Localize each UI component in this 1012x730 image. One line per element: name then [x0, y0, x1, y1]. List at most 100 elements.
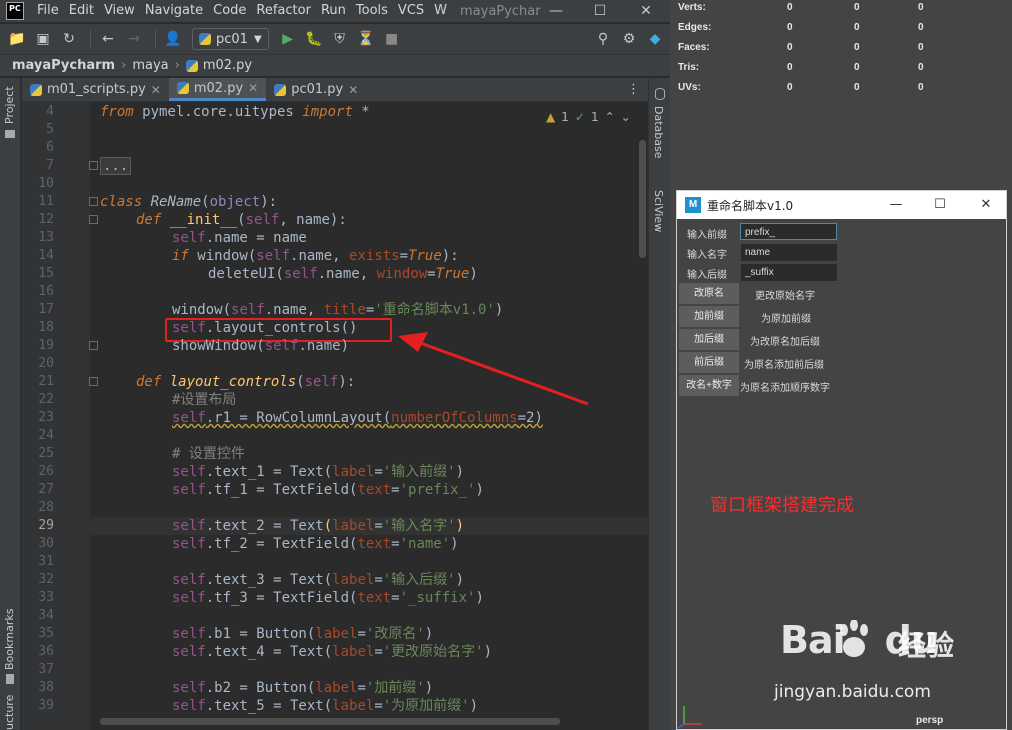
- hud-value: 0: [854, 2, 860, 13]
- open-folder-icon[interactable]: 📁: [6, 28, 28, 50]
- search-icon[interactable]: ⚲: [592, 28, 614, 50]
- line-number: 20: [38, 356, 54, 371]
- menu-refactor[interactable]: Refactor: [251, 0, 316, 22]
- bookmarks-tool-tab[interactable]: Bookmarks: [3, 609, 16, 670]
- close-icon[interactable]: ✕: [348, 83, 358, 97]
- breadcrumb-folder[interactable]: maya: [132, 58, 168, 73]
- python-file-icon: [176, 82, 189, 94]
- profile-icon[interactable]: ⏳: [355, 28, 377, 50]
- maximize-icon[interactable]: ☐: [580, 0, 620, 22]
- toolbar-divider: [155, 30, 156, 48]
- tab-m02[interactable]: m02.py ✕: [168, 78, 267, 101]
- user-icon[interactable]: 👤: [162, 28, 184, 50]
- python-file-icon: [30, 83, 42, 96]
- fold-marker-icon[interactable]: [89, 341, 98, 350]
- line-number: 26: [38, 464, 54, 479]
- rename-number-button[interactable]: 改名+数字: [679, 375, 739, 396]
- add-prefix-button[interactable]: 加前缀: [679, 306, 739, 327]
- hud-value: 0: [854, 62, 860, 73]
- line-number: 37: [38, 662, 54, 677]
- inspection-widget[interactable]: ▲ 1 ✓ 1 ⌃ ⌄: [546, 110, 631, 124]
- coverage-icon[interactable]: ⛨: [329, 28, 351, 50]
- chevron-up-icon[interactable]: ⌃: [605, 110, 615, 124]
- fold-marker-icon[interactable]: [89, 215, 98, 224]
- close-icon[interactable]: ✕: [151, 83, 161, 97]
- line-number: 25: [38, 446, 54, 461]
- code-line-7: ...: [100, 157, 132, 175]
- hud-value: 0: [787, 82, 793, 93]
- folder-icon: [5, 130, 15, 138]
- window-title: mayaPychar: [460, 3, 541, 19]
- code-line-22: #设置布局: [172, 392, 237, 408]
- project-tool-tab[interactable]: Project: [3, 86, 16, 124]
- vertical-scrollbar[interactable]: [639, 140, 646, 258]
- fold-marker-icon[interactable]: [89, 161, 98, 170]
- back-arrow-icon[interactable]: ←: [97, 28, 119, 50]
- weak-warning-count: 1: [590, 110, 599, 124]
- menu-tools[interactable]: Tools: [351, 0, 393, 22]
- code-line-30: self.tf_2 = TextField(text='name'): [172, 536, 459, 552]
- chevron-down-icon[interactable]: ⌄: [621, 110, 631, 124]
- breadcrumb-project[interactable]: mayaPycharm: [12, 58, 115, 73]
- code-line-39: self.text_5 = Text(label='为原加前缀'): [172, 698, 479, 714]
- name-field[interactable]: name: [741, 244, 837, 261]
- breadcrumb-separator: ›: [174, 58, 180, 73]
- menu-code[interactable]: Code: [208, 0, 251, 22]
- name-label: 输入名字: [687, 250, 727, 261]
- line-number: 16: [38, 284, 54, 299]
- menu-file[interactable]: File: [32, 0, 64, 22]
- menu-window[interactable]: W: [429, 0, 452, 22]
- debug-icon[interactable]: 🐛: [303, 28, 325, 50]
- hud-label: Verts:: [678, 2, 706, 13]
- code-line-29: self.text_2 = Text(label='输入名字'): [172, 518, 465, 534]
- watermark: Bai du 经验 jingyan.baidu.com: [774, 618, 1010, 730]
- code-line-38: self.b2 = Button(label='加前缀'): [172, 680, 434, 696]
- database-tool-tab[interactable]: Database: [652, 106, 665, 159]
- rename-button[interactable]: 改原名: [679, 283, 739, 304]
- tab-menu-icon[interactable]: ⋮: [619, 78, 648, 101]
- sync-icon[interactable]: ↻: [58, 28, 80, 50]
- maximize-icon[interactable]: ☐: [917, 191, 963, 219]
- menu-navigate[interactable]: Navigate: [140, 0, 208, 22]
- prefix-suffix-button[interactable]: 前后缀: [679, 352, 739, 373]
- stop-icon[interactable]: ■: [381, 28, 403, 50]
- line-number: 17: [38, 302, 54, 317]
- tab-pc01[interactable]: pc01.py ✕: [266, 78, 366, 101]
- run-config-label: pc01: [216, 31, 248, 47]
- fold-marker-icon[interactable]: [89, 197, 98, 206]
- sciview-tool-tab[interactable]: SciView: [652, 190, 665, 232]
- suffix-field[interactable]: _suffix: [741, 264, 837, 281]
- line-number-gutter: 4 5 6 7 10 11 12 13 14 15 16 17 18 19 20 21 22 23 24 25 26 27…: [22, 102, 90, 730]
- close-icon[interactable]: ✕: [248, 81, 258, 95]
- menu-edit[interactable]: Edit: [64, 0, 99, 22]
- jetbrains-icon[interactable]: ◆: [644, 28, 666, 50]
- code-line-32: self.text_3 = Text(label='输入后缀'): [172, 572, 465, 588]
- watermark-cn: 经验: [898, 629, 955, 662]
- forward-arrow-icon[interactable]: →: [123, 28, 145, 50]
- line-number: 39: [38, 698, 54, 713]
- save-icon[interactable]: ▣: [32, 28, 54, 50]
- prefix-suffix-desc: 为原名添加前后缀: [744, 360, 824, 371]
- fold-marker-icon[interactable]: [89, 377, 98, 386]
- prefix-field[interactable]: prefix_: [740, 223, 837, 240]
- prefix-label: 输入前缀: [687, 230, 727, 241]
- horizontal-scrollbar[interactable]: [100, 718, 560, 725]
- run-config-selector[interactable]: pc01 ▼: [192, 28, 269, 50]
- menu-view[interactable]: View: [99, 0, 140, 22]
- structure-tool-tab[interactable]: ucture: [3, 695, 16, 730]
- minimize-icon[interactable]: —: [873, 191, 919, 219]
- dialog-titlebar: M 重命名脚本v1.0 — ☐ ✕: [677, 191, 1008, 219]
- add-suffix-button[interactable]: 加后缀: [679, 329, 739, 350]
- breadcrumb-separator: ›: [121, 58, 127, 73]
- menu-run[interactable]: Run: [316, 0, 351, 22]
- gear-icon[interactable]: ⚙: [618, 28, 640, 50]
- run-icon[interactable]: ▶: [277, 28, 299, 50]
- minimize-icon[interactable]: —: [536, 0, 576, 22]
- tab-m01-scripts[interactable]: m01_scripts.py ✕: [22, 78, 169, 101]
- breadcrumb-file[interactable]: m02.py: [203, 58, 252, 73]
- line-number: 34: [38, 608, 54, 623]
- line-number: 23: [38, 410, 54, 425]
- menu-vcs[interactable]: VCS: [393, 0, 429, 22]
- close-icon[interactable]: ✕: [626, 0, 666, 22]
- close-icon[interactable]: ✕: [963, 191, 1009, 219]
